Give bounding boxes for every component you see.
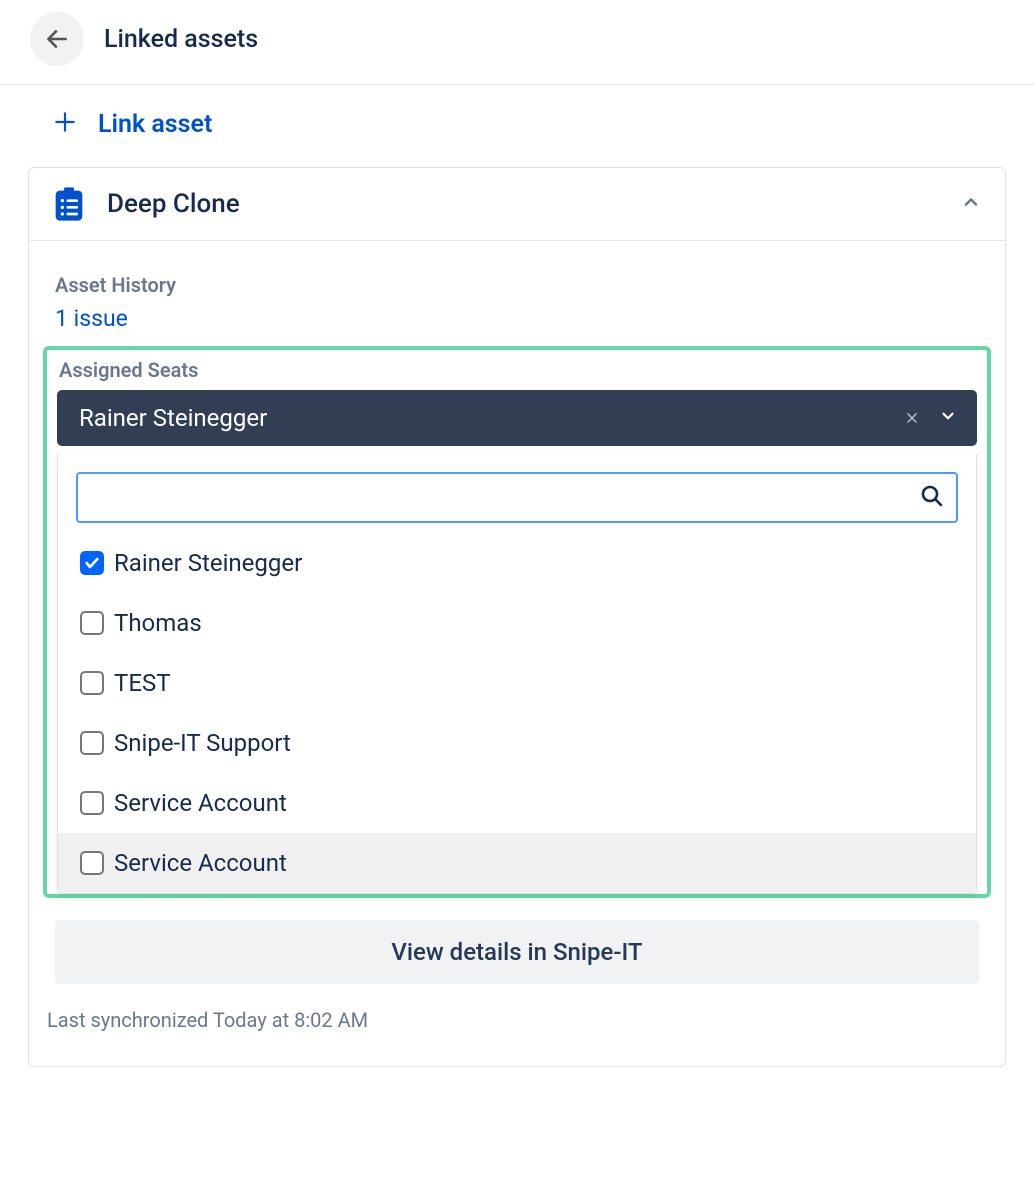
dropdown-options: Rainer Steinegger Thomas TEST Snipe-IT Supp…: [58, 533, 976, 893]
link-asset-label: Link asset: [98, 110, 212, 139]
assigned-seats-highlight: Assigned Seats Rainer Steinegger: [43, 346, 991, 898]
dropdown-option[interactable]: TEST: [58, 653, 976, 713]
view-details-button[interactable]: View details in Snipe-IT: [55, 920, 979, 984]
assigned-seats-dropdown: Rainer Steinegger Thomas TEST Snipe-IT Supp…: [57, 454, 977, 894]
chevron-up-icon: [961, 192, 981, 216]
panel-header[interactable]: Deep Clone: [29, 168, 1005, 241]
checkbox-checked-icon[interactable]: [80, 551, 104, 575]
chevron-down-icon[interactable]: [929, 407, 961, 429]
arrow-left-icon: [44, 26, 70, 52]
link-asset-button[interactable]: Link asset: [0, 85, 1034, 167]
dropdown-search-input[interactable]: [76, 472, 958, 523]
dropdown-option[interactable]: Snipe-IT Support: [58, 713, 976, 773]
page-title: Linked assets: [104, 25, 258, 54]
dropdown-option-label: Service Account: [114, 789, 287, 817]
panel-title: Deep Clone: [107, 189, 961, 219]
dropdown-option[interactable]: Rainer Steinegger: [58, 533, 976, 593]
dropdown-option[interactable]: Thomas: [58, 593, 976, 653]
assigned-seats-label: Assigned Seats: [47, 350, 987, 390]
dropdown-option[interactable]: Service Account: [58, 833, 976, 893]
assigned-seats-selected-value: Rainer Steinegger: [73, 404, 895, 432]
page-header: Linked assets: [0, 0, 1034, 85]
last-synchronized-text: Last synchronized Today at 8:02 AM: [29, 994, 1005, 1056]
dropdown-option-label: Thomas: [114, 609, 202, 637]
checkbox-icon[interactable]: [80, 671, 104, 695]
checkbox-icon[interactable]: [80, 851, 104, 875]
dropdown-option-label: Service Account: [114, 849, 287, 877]
checkbox-icon[interactable]: [80, 731, 104, 755]
clear-selection-icon[interactable]: [895, 406, 929, 430]
back-button[interactable]: [30, 12, 84, 66]
checkbox-icon[interactable]: [80, 611, 104, 635]
dropdown-search-wrap: [58, 454, 976, 533]
dropdown-option-label: TEST: [114, 669, 171, 697]
asset-panel: Deep Clone Asset History 1 issue Assigne…: [28, 167, 1006, 1067]
assigned-seats-select[interactable]: Rainer Steinegger: [57, 390, 977, 446]
dropdown-option-label: Snipe-IT Support: [114, 729, 291, 757]
dropdown-option-label: Rainer Steinegger: [114, 549, 302, 577]
plus-icon: [52, 109, 78, 139]
clipboard-icon: [49, 184, 89, 224]
asset-history-label: Asset History: [29, 259, 1005, 301]
panel-body: Asset History 1 issue Assigned Seats Rai…: [29, 241, 1005, 1066]
checkbox-icon[interactable]: [80, 791, 104, 815]
search-icon: [920, 484, 944, 512]
asset-history-link[interactable]: 1 issue: [29, 301, 1005, 346]
dropdown-option[interactable]: Service Account: [58, 773, 976, 833]
